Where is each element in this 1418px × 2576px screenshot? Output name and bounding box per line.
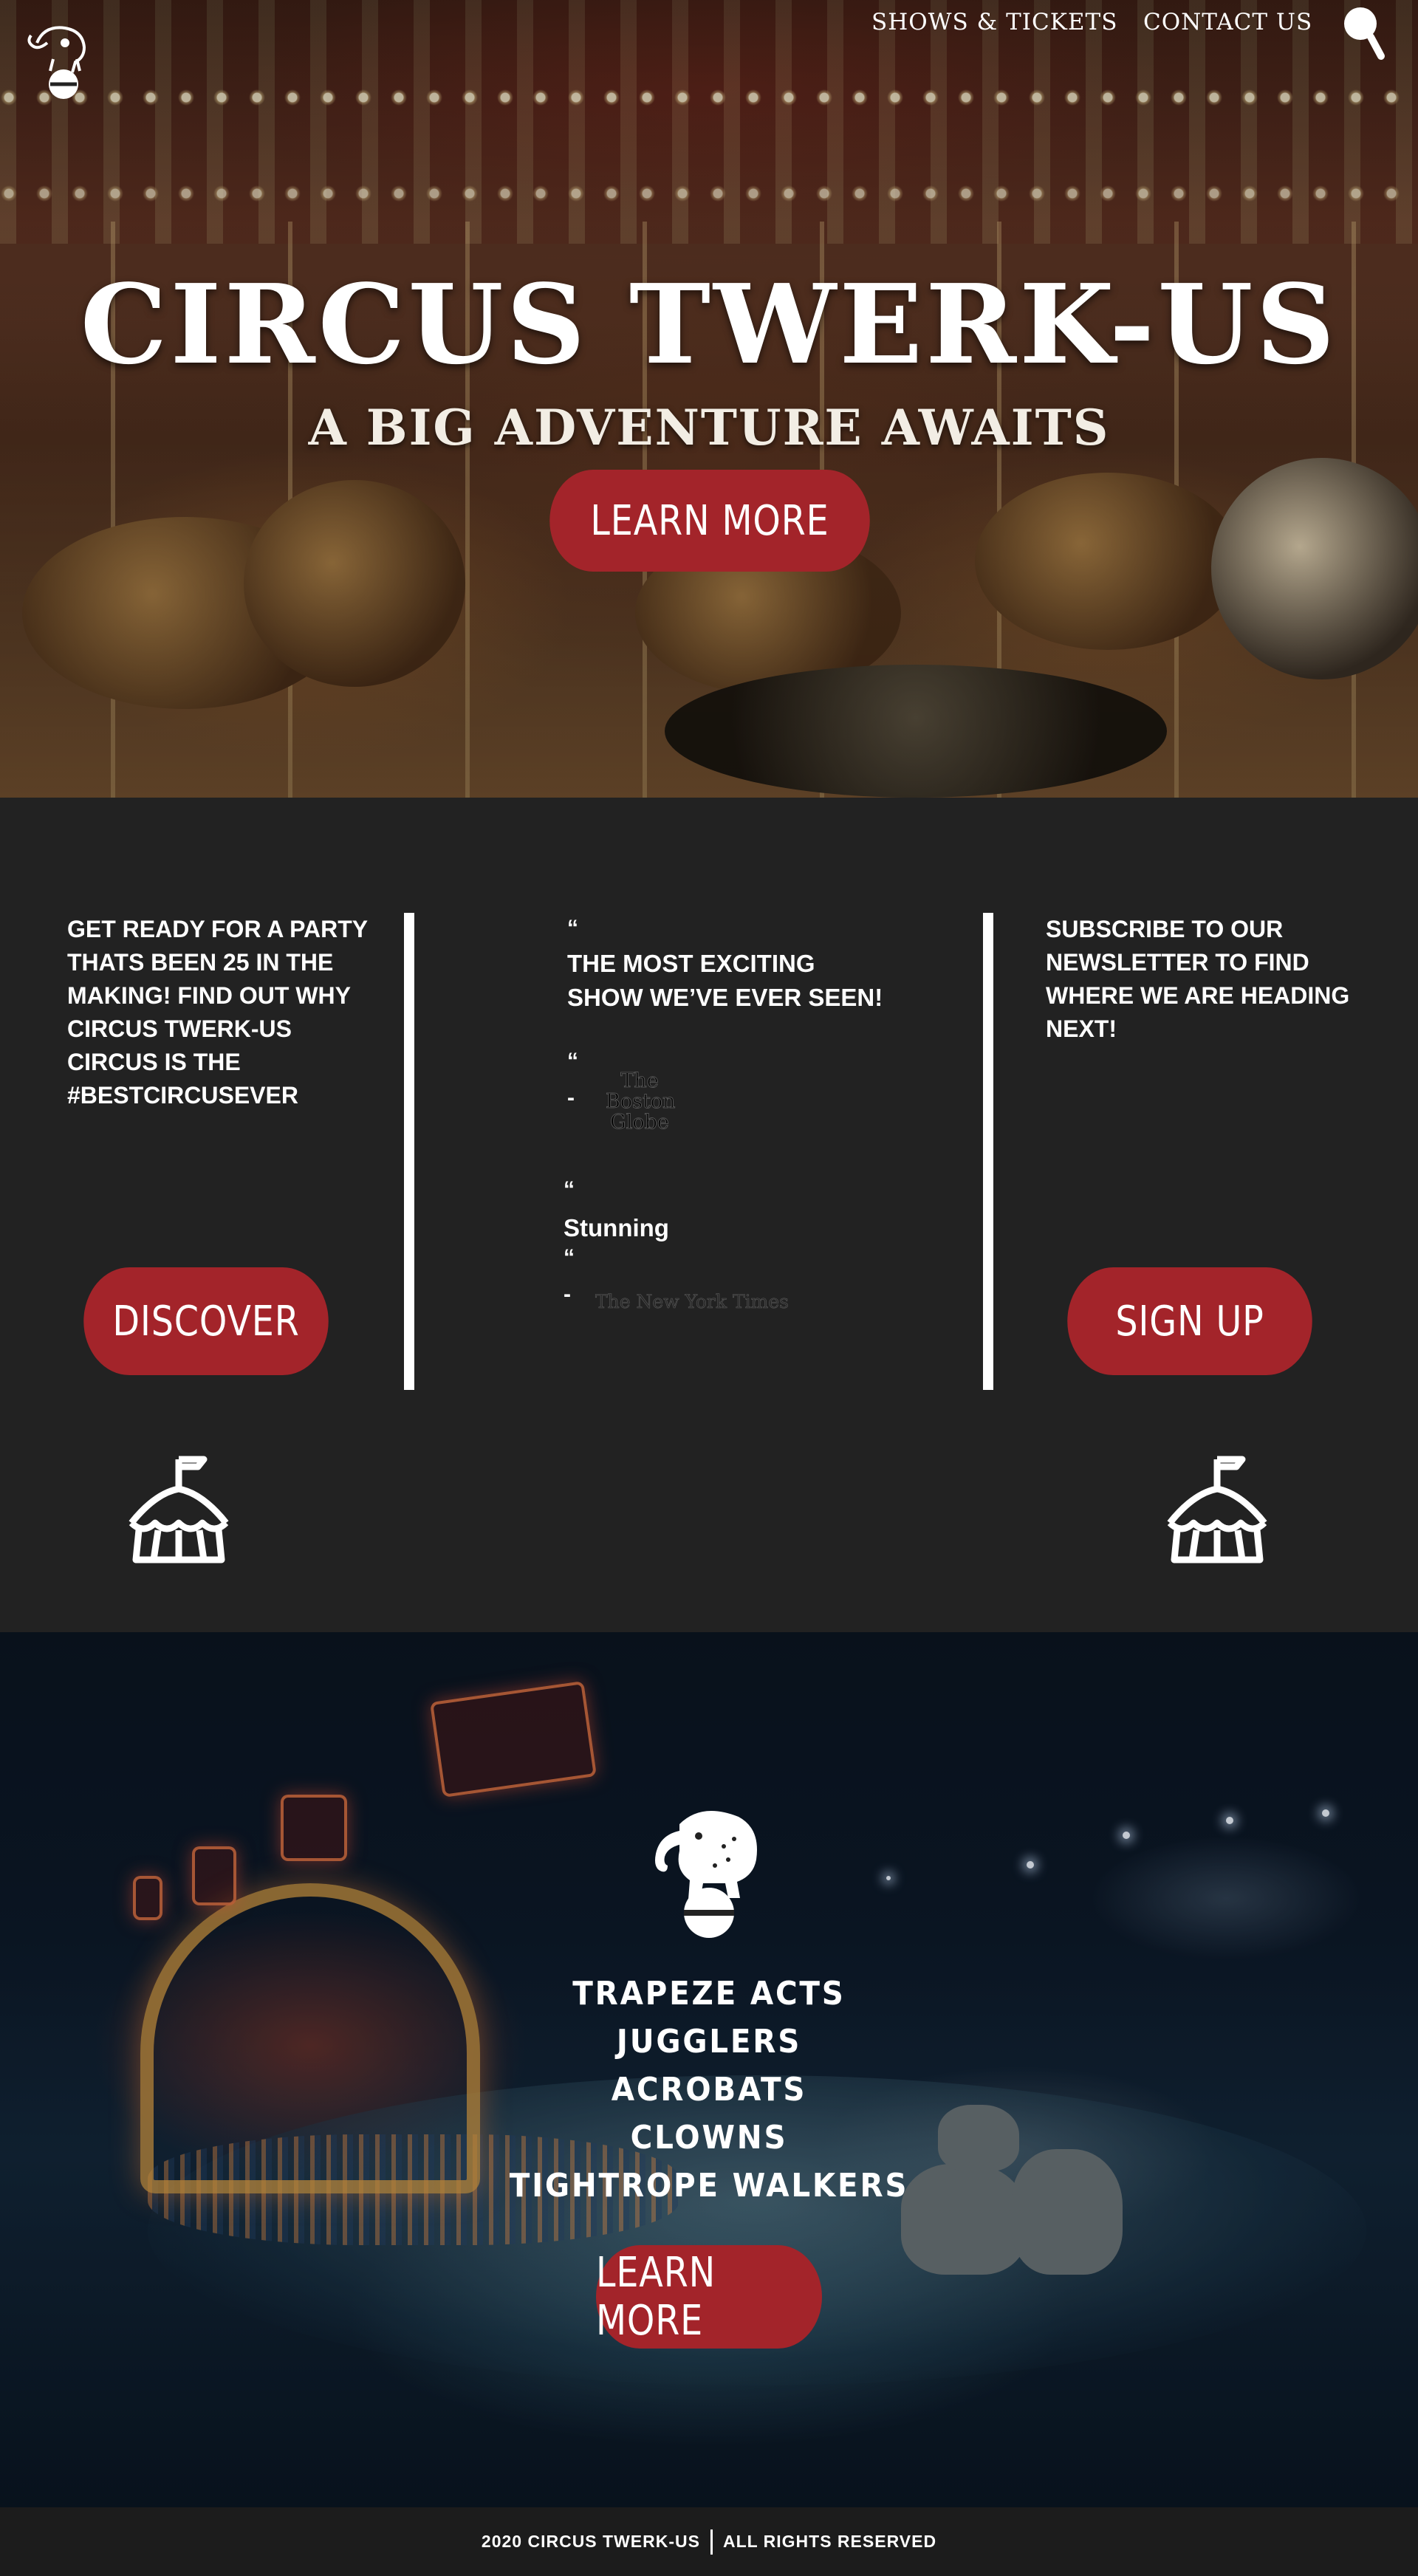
nav-contact-us[interactable]: CONTACT US xyxy=(1143,9,1312,35)
column-divider xyxy=(983,913,993,1390)
hero-subtitle: A BIG ADVENTURE AWAITS xyxy=(308,399,1110,456)
column-divider xyxy=(404,913,414,1390)
footer: 2020 CIRCUS TWERK-US ALL RIGHTS RESERVED xyxy=(0,2507,1418,2576)
review-open-quote: “ xyxy=(567,916,578,940)
acts-overlay xyxy=(0,1632,1418,2507)
discover-button[interactable]: DISCOVER xyxy=(83,1267,329,1375)
acts-section xyxy=(0,1632,1418,2507)
review-close-quote: “ xyxy=(567,1049,578,1073)
review-quote: Stunning xyxy=(564,1214,669,1241)
footer-copyright: 2020 CIRCUS TWERK-US xyxy=(481,2532,700,2551)
sign-up-button[interactable]: SIGN UP xyxy=(1067,1267,1312,1375)
act-item: JUGGLERS xyxy=(616,2023,802,2061)
act-item: ACROBATS xyxy=(611,2071,807,2109)
new-york-times-logo: The New York Times xyxy=(595,1291,790,1313)
newsletter-text: SUBSCRIBE TO OUR NEWSLETTER TO FIND WHER… xyxy=(1046,916,1350,1042)
footer-rights: ALL RIGHTS RESERVED xyxy=(722,2532,937,2551)
intro-text: GET READY FOR A PARTY THATS BEEN 25 IN T… xyxy=(67,916,368,1109)
circus-tent-icon xyxy=(1167,1456,1267,1563)
boston-globe-logo: The Boston Globe xyxy=(606,1065,676,1133)
footer-separator xyxy=(710,2529,713,2555)
review-close-quote: “ xyxy=(564,1245,575,1270)
hero-title: CIRCUS TWERK-US xyxy=(80,260,1338,388)
review-dash: - xyxy=(567,1086,575,1110)
hero-section: SHOWS & TICKETS CONTACT US CIRCUS TWERK-… xyxy=(0,0,1418,798)
review-dash: - xyxy=(564,1282,571,1306)
act-item: TRAPEZE ACTS xyxy=(572,1975,846,2012)
search-icon[interactable] xyxy=(1337,0,1388,62)
act-item: CLOWNS xyxy=(630,2119,788,2157)
act-item: TIGHTROPE WALKERS xyxy=(509,2167,909,2205)
elephant-on-ball-logo xyxy=(655,1811,757,1938)
elephant-on-ball-logo[interactable] xyxy=(21,13,103,102)
nav-shows-tickets[interactable]: SHOWS & TICKETS xyxy=(871,9,1117,35)
circus-tent-icon xyxy=(129,1456,229,1563)
acts-learn-more-button[interactable]: LEARN MORE xyxy=(596,2245,822,2349)
review-quote: THE MOST EXCITING SHOW WE’VE EVER SEEN! xyxy=(567,950,883,1011)
review-open-quote: “ xyxy=(564,1177,575,1202)
hero-learn-more-button[interactable]: LEARN MORE xyxy=(549,470,870,572)
